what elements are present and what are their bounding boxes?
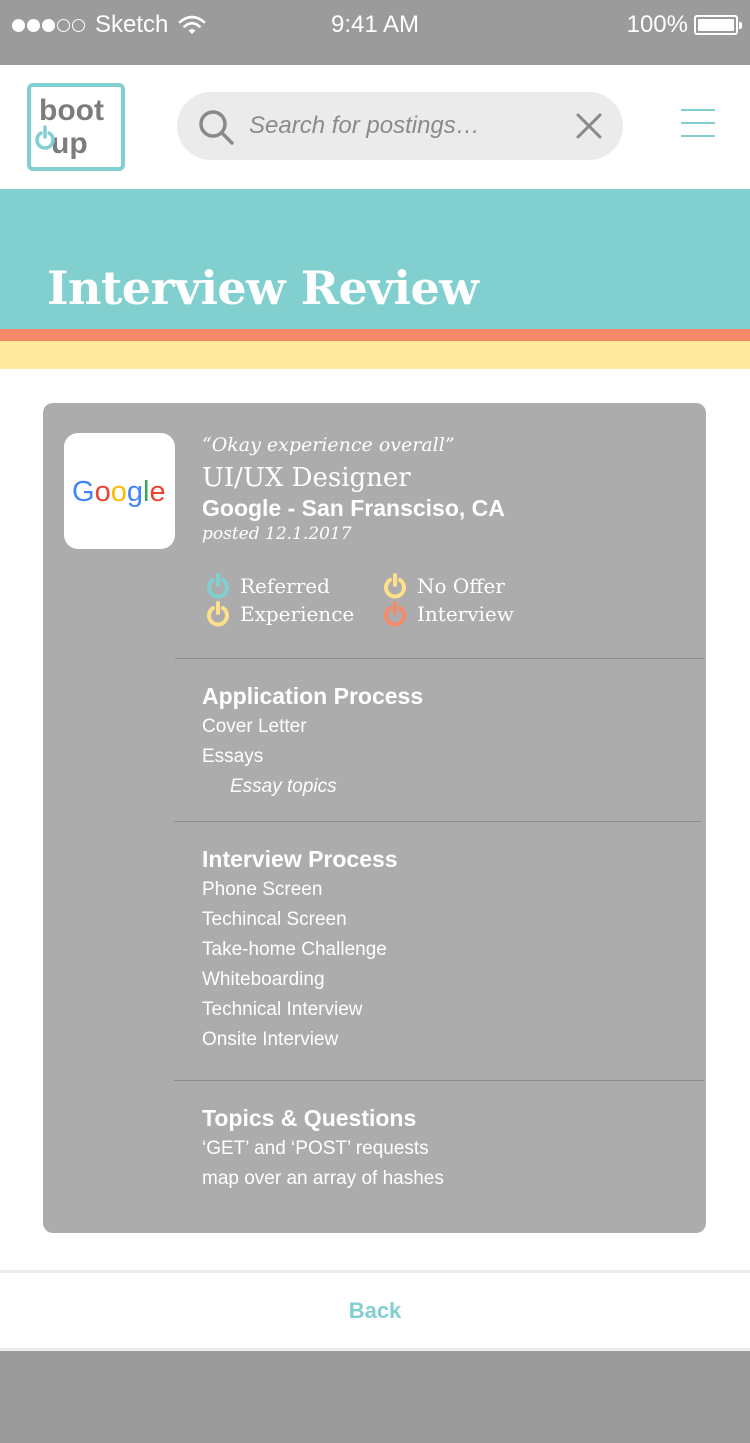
- posted-date: posted 12.1.2017: [202, 524, 352, 544]
- app-header: boot up: [0, 65, 750, 189]
- page-banner: Interview Review: [0, 189, 750, 329]
- company-logo: Google: [64, 433, 175, 549]
- google-logo: Google: [72, 476, 166, 508]
- back-bar: Back: [0, 1273, 750, 1348]
- hamburger-menu-icon[interactable]: [681, 109, 717, 139]
- google-logo-text: Google: [72, 476, 166, 508]
- banner-stripe-orange: [0, 329, 750, 341]
- job-title: UI/UX Designer: [202, 463, 411, 493]
- back-button[interactable]: Back: [349, 1298, 402, 1324]
- topics-questions-title: Topics & Questions: [202, 1105, 417, 1131]
- application-sub-item: Essay topics: [230, 776, 337, 797]
- review-card: Google “Okay experience overall” UI/UX D…: [43, 403, 706, 1233]
- application-item: Essays: [202, 746, 264, 767]
- search-bar[interactable]: [177, 92, 623, 160]
- power-icon: [207, 573, 229, 599]
- topic-item: map over an array of hashes: [202, 1168, 444, 1189]
- status-bar: Sketch 9:41 AM 100%: [0, 0, 750, 65]
- logo-text-bottom: up: [51, 127, 88, 160]
- interview-item: Techincal Screen: [202, 909, 347, 930]
- company-location: Google - San Fransciso, CA: [202, 495, 505, 521]
- section-divider: [174, 1080, 704, 1081]
- battery-icon: [694, 15, 742, 35]
- tag-label: No Offer: [417, 574, 505, 598]
- interview-item: Technical Interview: [202, 999, 363, 1020]
- topic-item: ‘GET’ and ‘POST’ requests: [202, 1138, 429, 1159]
- tag-label: Interview: [417, 602, 514, 626]
- tag-referred: Referred: [205, 573, 330, 599]
- section-divider: [174, 821, 701, 822]
- power-icon: [384, 573, 406, 599]
- clear-search-icon[interactable]: [575, 112, 603, 140]
- interview-process-title: Interview Process: [202, 846, 398, 872]
- battery-percent: 100%: [626, 11, 688, 38]
- bootup-logo[interactable]: boot up: [27, 83, 125, 171]
- banner-stripe-yellow: [0, 341, 750, 369]
- application-item: Cover Letter: [202, 716, 307, 737]
- tag-interview: Interview: [382, 601, 514, 627]
- logo-mark: boot up: [35, 94, 104, 160]
- power-icon: [384, 601, 406, 627]
- tag-experience: Experience: [205, 601, 354, 627]
- interview-item: Take-home Challenge: [202, 939, 387, 960]
- search-input[interactable]: [249, 102, 559, 150]
- interview-item: Phone Screen: [202, 879, 323, 900]
- tag-no-offer: No Offer: [382, 573, 505, 599]
- tag-label: Referred: [240, 574, 330, 598]
- status-right: 100%: [626, 11, 742, 39]
- application-process-title: Application Process: [202, 683, 424, 709]
- bottom-bar: [0, 1351, 750, 1443]
- tag-label: Experience: [240, 602, 355, 626]
- review-quote: “Okay experience overall”: [202, 434, 455, 456]
- interview-item: Onsite Interview: [202, 1029, 339, 1050]
- page-title: Interview Review: [47, 261, 479, 315]
- logo-text-top: boot: [39, 94, 104, 127]
- interview-item: Whiteboarding: [202, 969, 325, 990]
- power-icon: [207, 601, 229, 627]
- search-icon[interactable]: [197, 108, 235, 146]
- section-divider: [175, 658, 704, 659]
